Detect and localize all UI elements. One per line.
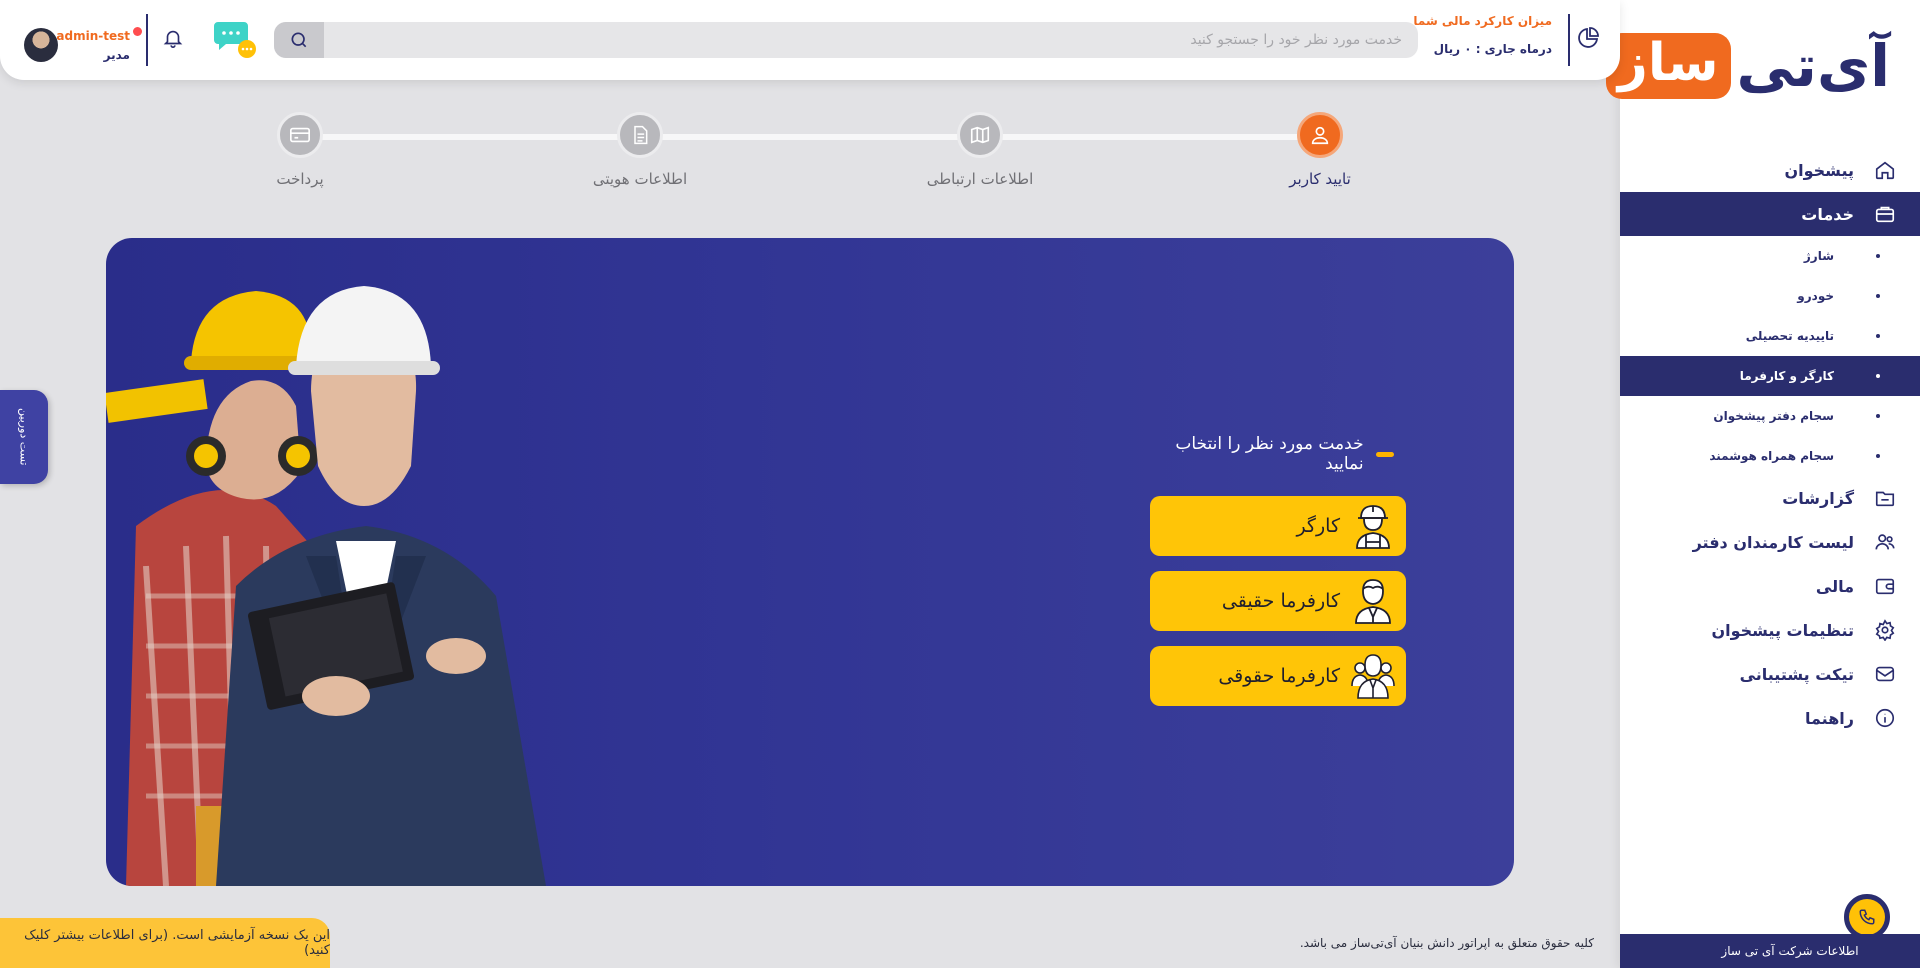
submenu-label: سجام همراه هوشمند [1709, 449, 1834, 463]
folder-icon [1872, 485, 1898, 511]
logo-text-orange: ساز [1605, 33, 1731, 99]
service-legal-employer-button[interactable]: کارفرما حقوقی [1150, 646, 1406, 706]
submenu-label: شارژ [1803, 249, 1834, 263]
briefcase-icon [1872, 201, 1898, 227]
service-individual-employer-button[interactable]: کارفرما حقیقی [1150, 571, 1406, 631]
submenu-label: کارگر و کارفرما [1739, 369, 1834, 383]
step-identity-info: اطلاعات هویتی [580, 112, 700, 188]
bullet-dot [1876, 414, 1880, 418]
submenu-item-car[interactable]: خودرو [1620, 276, 1920, 316]
step-payment: پرداخت [240, 112, 360, 188]
submenu-item-education[interactable]: تاییدیه تحصیلی [1620, 316, 1920, 356]
main-menu: پیشخوان خدمات شارژ خودرو تاییدیه تحصیلی … [1620, 148, 1920, 740]
heading-accent-bar [1375, 451, 1394, 457]
services-heading: خدمت مورد نظر را انتخاب نمایید [1150, 434, 1406, 474]
map-icon [957, 112, 1003, 158]
service-label: کارگر [1296, 515, 1340, 537]
sidebar: آی‌تی ساز پیشخوان خدمات شارژ خودرو تایید… [1605, 0, 1920, 968]
sidebar-item-settings[interactable]: تنظیمات پیشخوان [1620, 608, 1920, 652]
company-info-link[interactable]: اطلاعات شرکت آی تی ساز [1620, 934, 1920, 968]
search-input[interactable] [324, 22, 1418, 58]
bell-icon[interactable] [162, 26, 184, 54]
sidebar-item-finance[interactable]: مالی [1620, 564, 1920, 608]
finance-summary: میزان کارکرد مالی شما درماه جاری : ۰ ریا… [1413, 14, 1552, 56]
search-button[interactable] [274, 22, 324, 58]
gear-icon [1872, 617, 1898, 643]
bullet-dot [1876, 254, 1880, 258]
search-icon [291, 32, 307, 48]
sidebar-item-label: مالی [1815, 576, 1854, 596]
user-name: admin-test [56, 29, 130, 43]
submenu-label: خودرو [1797, 289, 1834, 303]
card-icon [277, 112, 323, 158]
sidebar-item-help[interactable]: راهنما [1620, 696, 1920, 740]
sidebar-item-reports[interactable]: گزارشات [1620, 476, 1920, 520]
copyright-footer: کلیه حقوق متعلق به اپراتور دانش بنیان آی… [1299, 936, 1594, 950]
trial-version-banner[interactable]: این یک نسخه آزمایشی است. (برای اطلاعات ب… [0, 918, 330, 968]
sidebar-item-services[interactable]: خدمات [1620, 192, 1920, 236]
mail-icon [1872, 661, 1898, 687]
step-label: اطلاعات ارتباطی [926, 170, 1034, 188]
service-selection-card: خدمت مورد نظر را انتخاب نمایید کارگر کار… [106, 238, 1514, 886]
document-icon [617, 112, 663, 158]
worker-icon [1350, 501, 1396, 551]
submenu-item-worker-employer[interactable]: کارگر و کارفرما [1620, 356, 1920, 396]
top-header: میزان کارکرد مالی شما درماه جاری : ۰ ریا… [0, 0, 1620, 80]
employer-icon [1350, 576, 1396, 626]
sidebar-item-support-ticket[interactable]: تیکت پشتیبانی [1620, 652, 1920, 696]
finance-title: میزان کارکرد مالی شما [1413, 14, 1552, 28]
phone-icon [1849, 899, 1885, 935]
brand-logo[interactable]: آی‌تی ساز [1605, 28, 1891, 104]
submenu-item-sejam-office[interactable]: سجام دفتر پیشخوان [1620, 396, 1920, 436]
info-icon [1872, 705, 1898, 731]
services-title-text: خدمت مورد نظر را انتخاب نمایید [1175, 434, 1364, 474]
stepper-line [300, 134, 1324, 140]
progress-stepper: تایید کاربر اطلاعات ارتباطی اطلاعات هویت… [274, 112, 1351, 202]
bullet-dot [1876, 294, 1880, 298]
company-icon [1350, 651, 1396, 701]
service-label: کارفرما حقوقی [1218, 665, 1340, 687]
sidebar-item-dashboard[interactable]: پیشخوان [1620, 148, 1920, 192]
step-user-verification: تایید کاربر [1260, 112, 1380, 188]
camera-test-label: تست دوربین [17, 408, 31, 466]
search-bar [274, 22, 1418, 58]
sidebar-item-employees[interactable]: لیست کارمندان دفتر [1620, 520, 1920, 564]
avatar[interactable] [24, 28, 58, 62]
pie-chart-icon[interactable] [1576, 26, 1600, 54]
sidebar-item-label: تیکت پشتیبانی [1739, 664, 1854, 684]
bullet-dot [1876, 334, 1880, 338]
service-list: خدمت مورد نظر را انتخاب نمایید کارگر کار… [1150, 434, 1406, 721]
service-worker-button[interactable]: کارگر [1150, 496, 1406, 556]
step-contact-info: اطلاعات ارتباطی [920, 112, 1040, 188]
sidebar-item-label: خدمات [1801, 204, 1854, 224]
sidebar-item-label: گزارشات [1782, 488, 1854, 508]
logo-text-blue: آی‌تی [1736, 32, 1891, 100]
chat-icon[interactable] [212, 18, 260, 64]
camera-test-tab[interactable]: تست دوربین [0, 390, 48, 484]
sidebar-item-label: پیشخوان [1784, 160, 1854, 180]
header-divider [1568, 14, 1570, 66]
sidebar-item-label: راهنما [1804, 708, 1854, 728]
users-icon [1872, 529, 1898, 555]
sidebar-item-label: تنظیمات پیشخوان [1711, 620, 1854, 640]
user-profile[interactable]: admin-test مدیر [24, 20, 154, 64]
user-role: مدیر [103, 48, 130, 62]
sidebar-item-label: لیست کارمندان دفتر [1692, 532, 1854, 552]
step-label: پرداخت [276, 170, 324, 188]
submenu-label: سجام دفتر پیشخوان [1713, 409, 1834, 423]
submenu-label: تاییدیه تحصیلی [1745, 329, 1834, 343]
step-label: اطلاعات هویتی [592, 170, 688, 188]
home-icon [1872, 157, 1898, 183]
bullet-dot [1876, 454, 1880, 458]
user-check-icon [1297, 112, 1343, 158]
step-label: تایید کاربر [1289, 170, 1351, 188]
online-status-dot [133, 27, 142, 36]
finance-value: درماه جاری : ۰ ریال [1433, 42, 1552, 56]
wallet-icon [1872, 573, 1898, 599]
bullet-dot [1876, 374, 1880, 378]
workers-illustration [106, 286, 546, 886]
submenu-item-charge[interactable]: شارژ [1620, 236, 1920, 276]
submenu-item-sejam-mobile[interactable]: سجام همراه هوشمند [1620, 436, 1920, 476]
service-label: کارفرما حقیقی [1221, 590, 1340, 612]
